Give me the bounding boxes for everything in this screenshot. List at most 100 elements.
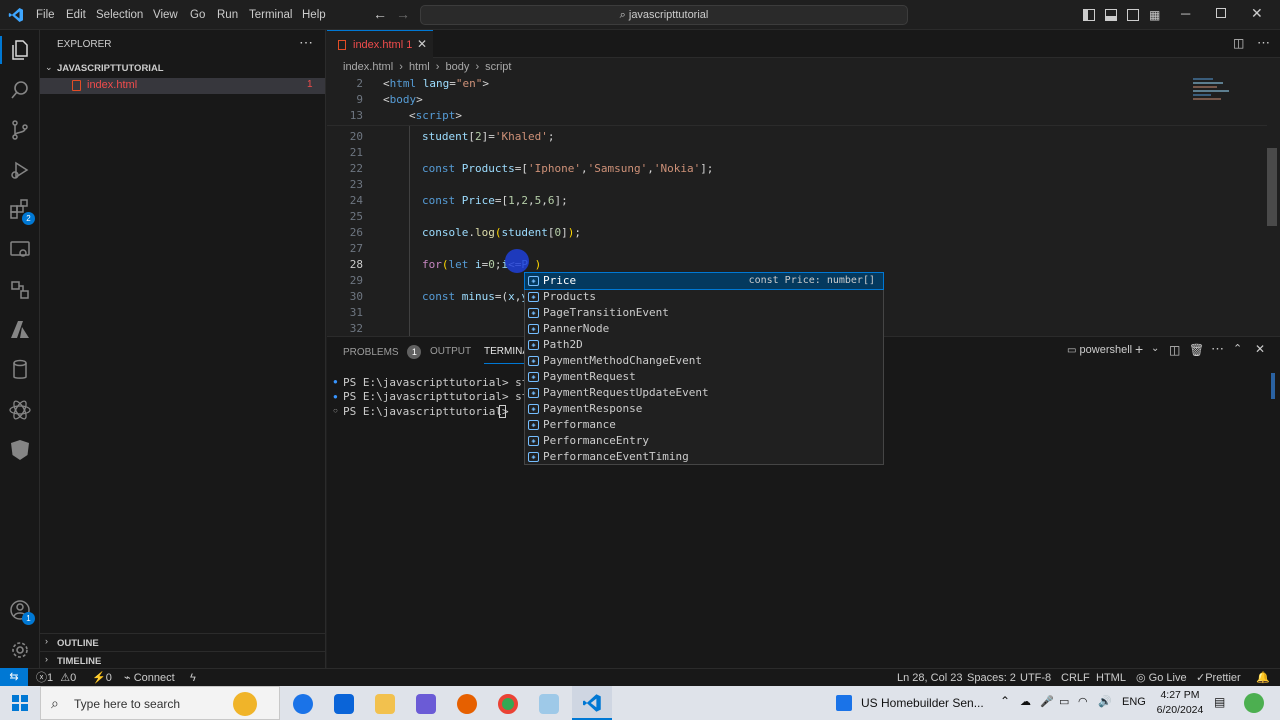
- close-panel-icon[interactable]: ✕: [1255, 342, 1265, 356]
- menu-terminal[interactable]: Terminal: [243, 0, 298, 30]
- breadcrumb-file[interactable]: index.html: [343, 61, 393, 73]
- language-mode[interactable]: HTML: [1096, 669, 1126, 687]
- customize-layout-icon[interactable]: ▦: [1149, 8, 1160, 22]
- split-editor-icon[interactable]: ◫: [1233, 36, 1244, 50]
- indentation[interactable]: Spaces: 2: [967, 669, 1016, 687]
- go-live-button[interactable]: ◎ Go Live: [1136, 669, 1187, 687]
- lightning-icon[interactable]: ϟ: [190, 669, 196, 687]
- account-icon[interactable]: 1: [8, 598, 35, 625]
- source-control-icon[interactable]: [8, 118, 32, 142]
- file-explorer-icon[interactable]: [375, 694, 395, 714]
- close-window-icon[interactable]: ✕: [1251, 5, 1263, 22]
- file-item-index-html[interactable]: index.html 1: [40, 78, 325, 94]
- suggestion-item[interactable]: ◈ PaymentRequestUpdateEvent: [525, 385, 883, 401]
- forward-arrow-icon[interactable]: →: [396, 6, 410, 22]
- editor-more-icon[interactable]: ⋯: [1257, 35, 1270, 51]
- toggle-sidebar-icon[interactable]: [1083, 9, 1095, 21]
- line-ending[interactable]: CRLF: [1061, 669, 1090, 687]
- chrome-icon[interactable]: [498, 694, 518, 714]
- breadcrumb-body[interactable]: body: [446, 61, 470, 73]
- code-line[interactable]: <html lang="en">: [383, 76, 489, 92]
- onedrive-icon[interactable]: ☁: [1020, 695, 1031, 708]
- menu-file[interactable]: File: [30, 0, 61, 30]
- tab-output[interactable]: OUTPUT: [430, 346, 471, 357]
- split-terminal-icon[interactable]: ◫: [1169, 343, 1180, 357]
- close-tab-icon[interactable]: ✕: [417, 37, 427, 51]
- minimap[interactable]: [1193, 76, 1253, 126]
- extensions-icon[interactable]: 2: [8, 198, 35, 225]
- menu-go[interactable]: Go: [184, 0, 211, 30]
- azure-icon[interactable]: [8, 318, 32, 342]
- encoding[interactable]: UTF-8: [1020, 669, 1051, 687]
- database-icon[interactable]: [8, 358, 32, 382]
- back-arrow-icon[interactable]: ←: [373, 6, 387, 22]
- breadcrumb-html[interactable]: html: [409, 61, 430, 73]
- angular-icon[interactable]: [8, 438, 32, 462]
- notifications-bell-icon[interactable]: 🔔: [1256, 669, 1270, 687]
- menu-edit[interactable]: Edit: [60, 0, 92, 30]
- terminal-scrollbar[interactable]: [1271, 373, 1275, 399]
- suggestion-item[interactable]: ◈ Price const Price: number[]: [524, 272, 884, 290]
- remote-indicator-icon[interactable]: ⇆: [0, 668, 28, 686]
- new-terminal-icon[interactable]: +: [1135, 341, 1143, 357]
- suggestion-item[interactable]: ◈ PaymentRequest: [525, 369, 883, 385]
- app-icon[interactable]: [416, 694, 436, 714]
- chevron-up-icon[interactable]: ⌃: [1000, 694, 1010, 708]
- command-center-search[interactable]: ⌕ javascripttutorial: [420, 5, 908, 25]
- mail-icon[interactable]: [334, 694, 354, 714]
- toggle-panel-icon[interactable]: [1105, 9, 1117, 21]
- timeline-section[interactable]: › TIMELINE: [40, 651, 325, 668]
- firefox-icon[interactable]: [457, 694, 477, 714]
- search-view-icon[interactable]: [8, 78, 32, 102]
- connect-status[interactable]: ⌁ Connect: [124, 669, 175, 687]
- containers-icon[interactable]: [8, 278, 32, 302]
- editor-scrollbar[interactable]: [1267, 148, 1277, 226]
- outline-section[interactable]: › OUTLINE: [40, 633, 325, 651]
- cursor-position[interactable]: Ln 28, Col 23: [897, 669, 962, 687]
- trash-icon[interactable]: 🗑: [1189, 343, 1204, 357]
- explorer-icon[interactable]: [8, 38, 32, 62]
- minimize-icon[interactable]: ─: [1181, 6, 1190, 21]
- maximize-icon[interactable]: [1216, 8, 1226, 18]
- chevron-down-icon[interactable]: ⌄: [1151, 343, 1159, 354]
- ports-status[interactable]: ⚡0: [92, 669, 112, 687]
- edge-browser-icon[interactable]: [293, 694, 313, 714]
- suggestion-item[interactable]: ◈ PaymentResponse: [525, 401, 883, 417]
- run-debug-icon[interactable]: [8, 158, 32, 182]
- settings-gear-icon[interactable]: [8, 638, 32, 662]
- tab-problems[interactable]: PROBLEMS 1: [343, 345, 422, 359]
- terminal-line[interactable]: PS E:\javascripttutorial> star: [343, 389, 542, 405]
- suggestion-item[interactable]: ◈ Products: [525, 289, 883, 305]
- react-icon[interactable]: [8, 398, 32, 422]
- notification-center-icon[interactable]: ▤: [1214, 695, 1225, 709]
- news-widget[interactable]: US Homebuilder Sen...: [861, 696, 984, 710]
- code-line[interactable]: const Price=[1,2,5,6];: [422, 193, 568, 209]
- windows-start-icon[interactable]: [12, 695, 28, 711]
- volume-icon[interactable]: 🔊: [1098, 695, 1112, 708]
- code-line[interactable]: console.log(student[0]);: [422, 225, 581, 241]
- suggestion-item[interactable]: ◈ PannerNode: [525, 321, 883, 337]
- menu-run[interactable]: Run: [211, 0, 244, 30]
- suggestion-item[interactable]: ◈ Performance: [525, 417, 883, 433]
- taskbar-search-box[interactable]: ⌕ Type here to search: [40, 686, 280, 720]
- clock[interactable]: 4:27 PM 6/20/2024: [1150, 688, 1210, 718]
- code-line[interactable]: const Products=['Iphone','Samsung','Noki…: [422, 161, 713, 177]
- code-line[interactable]: <body>: [383, 92, 423, 108]
- toggle-secondary-sidebar-icon[interactable]: [1127, 9, 1139, 21]
- suggestion-item[interactable]: ◈ PageTransitionEvent: [525, 305, 883, 321]
- remote-explorer-icon[interactable]: [8, 238, 32, 262]
- language-indicator[interactable]: ENG: [1122, 696, 1146, 708]
- battery-icon[interactable]: ▭: [1059, 695, 1069, 708]
- code-line[interactable]: student[2]='Khaled';: [422, 129, 554, 145]
- tab-index-html[interactable]: index.html 1 ✕: [327, 30, 433, 59]
- suggestion-item[interactable]: ◈ PerformanceEventTiming: [525, 449, 883, 465]
- folder-header[interactable]: ⌄ JAVASCRIPTTUTORIAL: [40, 60, 325, 78]
- prettier-button[interactable]: ✓Prettier: [1196, 669, 1241, 687]
- microphone-icon[interactable]: 🎤: [1040, 695, 1054, 708]
- panel-more-icon[interactable]: ⋯: [1211, 341, 1224, 357]
- app-window-icon[interactable]: [539, 694, 559, 714]
- suggestion-item[interactable]: ◈ PerformanceEntry: [525, 433, 883, 449]
- wifi-icon[interactable]: ◠: [1078, 695, 1088, 708]
- menu-view[interactable]: View: [147, 0, 184, 30]
- vscode-taskbar-button[interactable]: [572, 686, 612, 720]
